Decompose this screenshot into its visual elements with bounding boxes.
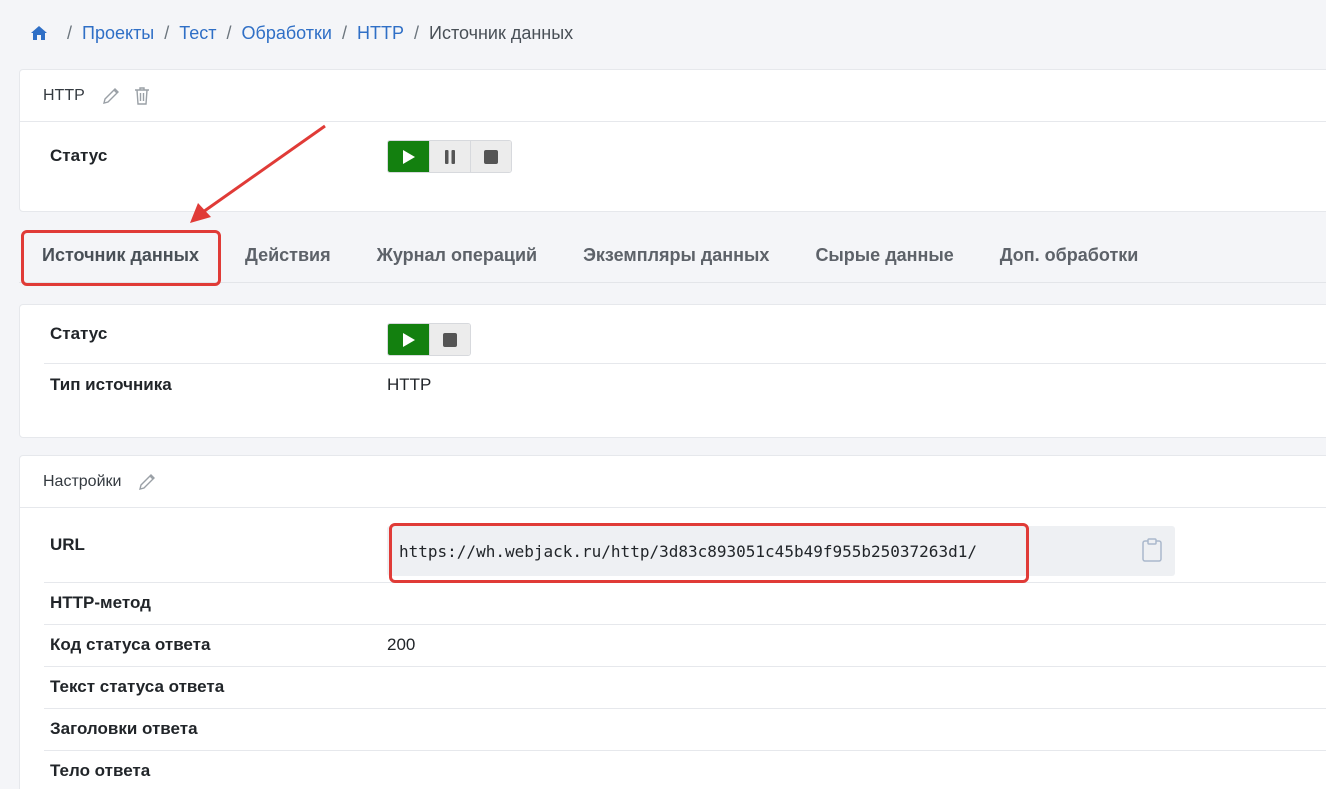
play-icon bbox=[402, 149, 415, 164]
settings-card: Настройки URL https://wh.webjack.ru/http… bbox=[19, 455, 1326, 789]
tab-data-instances[interactable]: Экземпляры данных bbox=[560, 229, 792, 282]
settings-row-http-method: HTTP-метод bbox=[20, 582, 1326, 624]
settings-row-status-text: Текст статуса ответа bbox=[20, 666, 1326, 708]
clipboard-icon[interactable] bbox=[1141, 538, 1163, 566]
breadcrumb-current: Источник данных bbox=[429, 22, 574, 43]
stop-button[interactable] bbox=[470, 141, 511, 172]
http-method-label: HTTP-метод bbox=[50, 593, 151, 612]
breadcrumb-link-http[interactable]: HTTP bbox=[357, 23, 404, 44]
process-title: HTTP bbox=[43, 86, 85, 104]
source-stop-button[interactable] bbox=[429, 324, 470, 355]
settings-row-status-code: Код статуса ответа 200 bbox=[20, 624, 1326, 666]
breadcrumb-separator: / bbox=[226, 22, 232, 43]
breadcrumb-link-test[interactable]: Тест bbox=[179, 23, 216, 44]
source-play-button[interactable] bbox=[388, 324, 429, 355]
trash-icon[interactable] bbox=[133, 86, 151, 106]
settings-row-body: Тело ответа bbox=[20, 750, 1326, 789]
pause-button[interactable] bbox=[429, 141, 470, 172]
breadcrumb-separator: / bbox=[164, 22, 170, 43]
url-label: URL bbox=[50, 535, 85, 554]
settings-title: Настройки bbox=[43, 472, 122, 490]
tab-highlight-box bbox=[21, 230, 221, 286]
play-icon bbox=[402, 332, 415, 347]
tab-extra-processing[interactable]: Доп. обработки bbox=[977, 229, 1162, 282]
body-label: Тело ответа bbox=[50, 761, 151, 780]
process-card-header: HTTP bbox=[20, 70, 1326, 122]
breadcrumb-separator: / bbox=[67, 22, 73, 43]
process-status-label: Статус bbox=[50, 146, 108, 165]
pencil-icon[interactable] bbox=[137, 472, 157, 492]
status-code-value: 200 bbox=[387, 635, 416, 654]
settings-card-header: Настройки bbox=[20, 456, 1326, 508]
breadcrumb-link-processings[interactable]: Обработки bbox=[242, 23, 332, 44]
breadcrumb-link-projects[interactable]: Проекты bbox=[82, 23, 154, 44]
stop-icon bbox=[443, 332, 457, 347]
breadcrumb: / Проекты / Тест / Обработки / HTTP / Ис… bbox=[31, 20, 573, 46]
url-highlight-box bbox=[389, 523, 1029, 583]
status-code-label: Код статуса ответа bbox=[50, 635, 211, 654]
source-status-row: Статус bbox=[20, 305, 1326, 363]
tab-raw-data[interactable]: Сырые данные bbox=[792, 229, 976, 282]
source-card: Статус Тип источника HTTP bbox=[19, 304, 1326, 438]
pause-icon bbox=[445, 149, 455, 164]
pencil-icon[interactable] bbox=[101, 86, 121, 106]
source-status-controls bbox=[387, 323, 471, 356]
source-type-row: Тип источника HTTP bbox=[20, 363, 1326, 407]
headers-label: Заголовки ответа bbox=[50, 719, 198, 738]
breadcrumb-separator: / bbox=[413, 22, 419, 43]
process-card: HTTP Статус bbox=[19, 69, 1326, 212]
process-status-row: Статус bbox=[20, 122, 1326, 190]
home-icon[interactable] bbox=[31, 25, 47, 41]
status-text-label: Текст статуса ответа bbox=[50, 677, 225, 696]
source-type-value: HTTP bbox=[387, 375, 432, 394]
process-status-controls bbox=[387, 140, 512, 173]
play-button[interactable] bbox=[388, 141, 429, 172]
tab-operations-log[interactable]: Журнал операций bbox=[354, 229, 560, 282]
stop-icon bbox=[484, 149, 498, 164]
tab-actions[interactable]: Действия bbox=[222, 229, 354, 282]
settings-row-headers: Заголовки ответа bbox=[20, 708, 1326, 750]
source-type-label: Тип источника bbox=[50, 375, 172, 394]
breadcrumb-separator: / bbox=[341, 22, 347, 43]
source-status-label: Статус bbox=[50, 324, 108, 343]
